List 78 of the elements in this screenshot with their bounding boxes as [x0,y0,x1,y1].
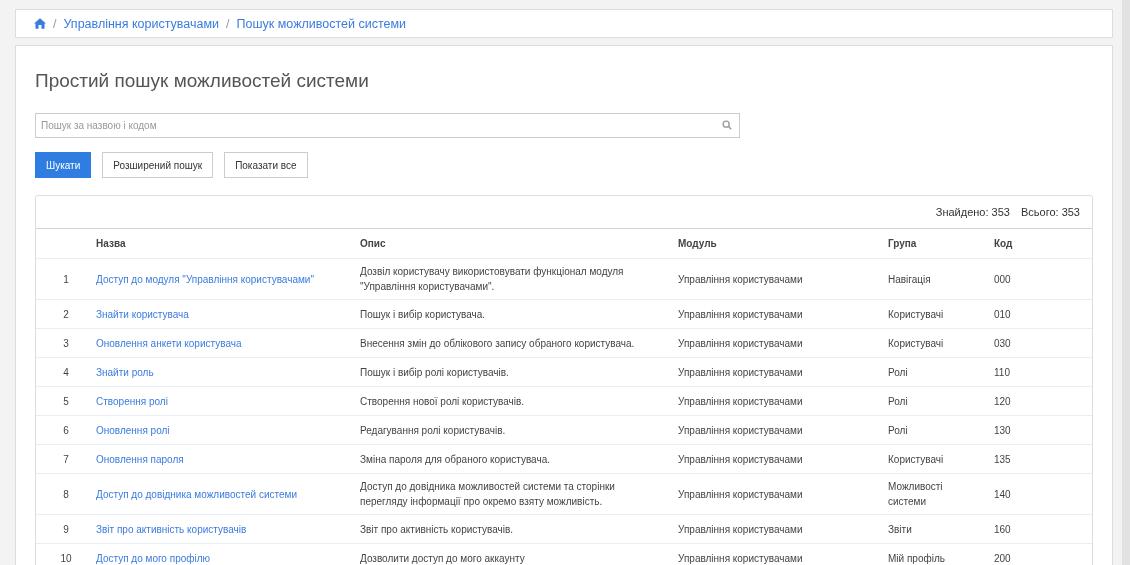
row-number: 8 [63,488,69,500]
found-count: Знайдено: 353 [935,206,1010,218]
code-text: 200 [994,552,1011,564]
module-text: Управління користувачами [678,337,803,349]
description-text: Внесення змін до облікового запису обраного користувача. [360,337,635,349]
search-field[interactable]: Пошук за назвою і кодом [35,113,740,138]
feature-link[interactable]: Доступ до мого профілю [96,552,211,564]
group-text: Користувачі [888,453,944,465]
group-text: Користувачі [888,308,944,320]
description-text: Пошук і вибір користувача. [360,308,486,320]
row-number: 7 [63,453,69,465]
feature-link[interactable]: Створення ролі [96,395,168,407]
module-text: Управління користувачами [678,395,803,407]
description-text: Звіт про активність користувачів. [360,523,514,535]
action-button[interactable]: Шукати [35,152,92,178]
row-number: 5 [63,395,69,407]
description-text: Пошук і вибір ролі користувачів. [360,366,509,378]
feature-link[interactable]: Оновлення анкети користувача [96,337,242,349]
description-text: Дозволити доступ до мого аккаунту [360,552,525,564]
code-text: 000 [994,273,1011,285]
description-text: Редагування ролі користувачів. [360,424,506,436]
breadcrumb-link[interactable]: Пошук можливостей системи [236,16,407,31]
code-text: 140 [994,488,1011,500]
breadcrumb-separator: / [53,16,57,31]
column-header: Код [994,238,1013,249]
module-text: Управління користувачами [678,552,803,564]
row-number: 2 [63,308,69,320]
feature-link[interactable]: Оновлення пароля [96,453,184,465]
group-text: Навігація [888,273,931,285]
home-icon[interactable] [34,18,46,29]
description-text: Зміна пароля для обраного користувача. [360,453,550,465]
feature-link[interactable]: Знайти роль [96,366,154,378]
group-text: Можливості системи [888,481,943,507]
code-text: 030 [994,337,1011,349]
module-text: Управління користувачами [678,488,803,500]
feature-link[interactable]: Оновлення ролі [96,424,170,436]
code-text: 160 [994,523,1011,535]
module-text: Управління користувачами [678,424,803,436]
row-number: 6 [63,424,69,436]
breadcrumb-separator: / [226,16,230,31]
column-header: Модуль [678,238,717,249]
code-text: 010 [994,308,1011,320]
row-number: 4 [63,366,69,378]
module-text: Управління користувачами [678,366,803,378]
breadcrumb-link[interactable]: Управління користувачами [63,16,220,31]
feature-link[interactable]: Доступ до модуля "Управління користувачами" [96,273,314,285]
row-number: 1 [63,273,69,285]
column-header: Опис [360,238,386,249]
group-text: Мій профіль [888,552,945,564]
search-icon [722,120,732,130]
module-text: Управління користувачами [678,523,803,535]
module-text: Управління користувачами [678,308,803,320]
column-header: Група [888,238,917,249]
description-text: Створення нової ролі користувачів. [360,395,525,407]
module-text: Управління користувачами [678,273,803,285]
module-text: Управління користувачами [678,453,803,465]
feature-link[interactable]: Звіт про активність користувачів [96,523,247,535]
page-title: Простий пошук можливостей системи [35,69,370,93]
group-text: Звіти [888,523,912,535]
row-number: 3 [63,337,69,349]
description-text: Дозвіл користувачу використовувати функціонал модуля "Управління користувачами". [360,266,624,292]
code-text: 130 [994,424,1011,436]
group-text: Ролі [888,395,908,407]
action-button[interactable]: Показати все [224,152,308,178]
group-text: Користувачі [888,337,944,349]
code-text: 110 [994,366,1010,378]
code-text: 135 [994,453,1011,465]
action-button[interactable]: Розширений пошук [102,152,214,178]
row-number: 10 [60,552,72,564]
description-text: Доступ до довідника можливостей системи та сторінки перегляду інформації про окремо взяту можливість. [360,481,615,507]
column-header: Назва [96,238,126,249]
group-text: Ролі [888,366,908,378]
total-count: Всього: 353 [1020,206,1080,218]
group-text: Ролі [888,424,908,436]
row-number: 9 [63,523,69,535]
feature-link[interactable]: Знайти користувача [96,308,189,320]
feature-link[interactable]: Доступ до довідника можливостей системи [96,488,297,500]
code-text: 120 [994,395,1011,407]
